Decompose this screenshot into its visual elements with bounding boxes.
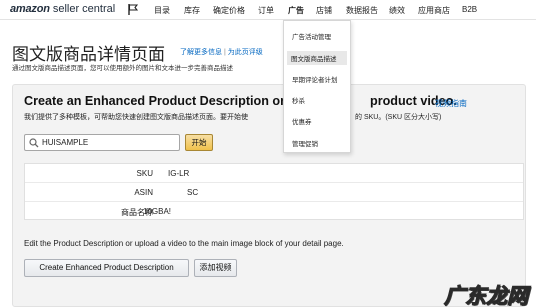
nav-appstore[interactable]: 应用商店 [418,5,450,16]
rate-page-link[interactable]: 为此页评级 [228,49,263,56]
detail-row-title: 商品名称 10GBA! [25,202,523,221]
logo-amazon-text: amazon [10,3,50,15]
add-video-button[interactable]: 添加视频 [194,259,237,277]
nav-stores[interactable]: 店铺 [316,5,332,16]
watermark-text: 广东龙网 [444,284,529,307]
panel-description: 我们提供了多种模板，可帮助您快速创建图文版商品描述页面。要开始使 [24,114,248,121]
nav-orders[interactable]: 订单 [258,5,274,16]
advertising-dropdown-menu: 广告活动管理 图文版商品描述 早期评论者计划 秒杀 优惠券 管理促销 [283,20,351,153]
sku-search-input[interactable]: HUISAMPLE [24,134,180,151]
menu-item-manage-promotions[interactable]: 管理促销 [292,138,318,148]
search-icon [29,138,39,148]
create-enhanced-description-button[interactable]: Create Enhanced Product Description [24,259,189,277]
search-value: HUISAMPLE [42,138,89,147]
title-links: 了解更多信息 | 为此页评级 [180,47,263,57]
menu-item-campaign-manager[interactable]: 广告活动管理 [292,31,331,41]
nav-catalog[interactable]: 目录 [154,5,170,16]
nav-b2b[interactable]: B2B [462,5,477,14]
detail-value: SC [187,188,199,197]
menu-item-enhanced-content[interactable]: 图文版商品描述 [287,51,347,65]
nav-advertising[interactable]: 广告 [288,5,304,16]
detail-row-sku: SKU IG-LR [25,164,523,183]
start-button[interactable]: 开始 [185,134,213,151]
detail-value: IG-LR [168,169,190,178]
menu-item-lightning-deals[interactable]: 秒杀 [292,95,305,105]
panel-title-left: Create an Enhanced Product Description o… [24,94,304,108]
menu-item-coupons[interactable]: 优惠券 [292,116,312,126]
detail-label: ASIN [134,188,153,197]
detail-label: SKU [136,169,153,178]
learn-more-link[interactable]: 了解更多信息 [180,49,222,56]
nav-performance[interactable]: 绩效 [389,5,405,16]
menu-item-early-reviewer[interactable]: 早期评论者计划 [292,74,338,84]
page-subtitle: 通过图文版商品描述页面，您可以使用额外的图片和文本进一步完善商品描述 [12,65,233,72]
flag-icon[interactable] [128,4,138,15]
nav-pricing[interactable]: 确定价格 [213,5,245,16]
panel-title: Create an Enhanced Product Description o… [24,94,457,108]
top-nav: amazon seller central 目录 库存 确定价格 订单 广告 店… [0,0,536,20]
seller-central-logo[interactable]: amazon seller central [10,3,115,15]
detail-value: 10GBA! [143,207,172,216]
panel-description-sku: 的 SKU。(SKU 区分大小写) [355,114,442,121]
product-details-table: SKU IG-LR ASIN SC 商品名称 10GBA! [24,163,524,220]
nav-reports[interactable]: 数据报告 [346,5,378,16]
nav-inventory[interactable]: 库存 [184,5,200,16]
video-guide-link[interactable]: 视频指南 [435,98,467,109]
logo-suffix-text: seller central [49,3,116,15]
edit-instructions: Edit the Product Description or upload a… [24,239,344,248]
detail-row-asin: ASIN SC [25,183,523,202]
